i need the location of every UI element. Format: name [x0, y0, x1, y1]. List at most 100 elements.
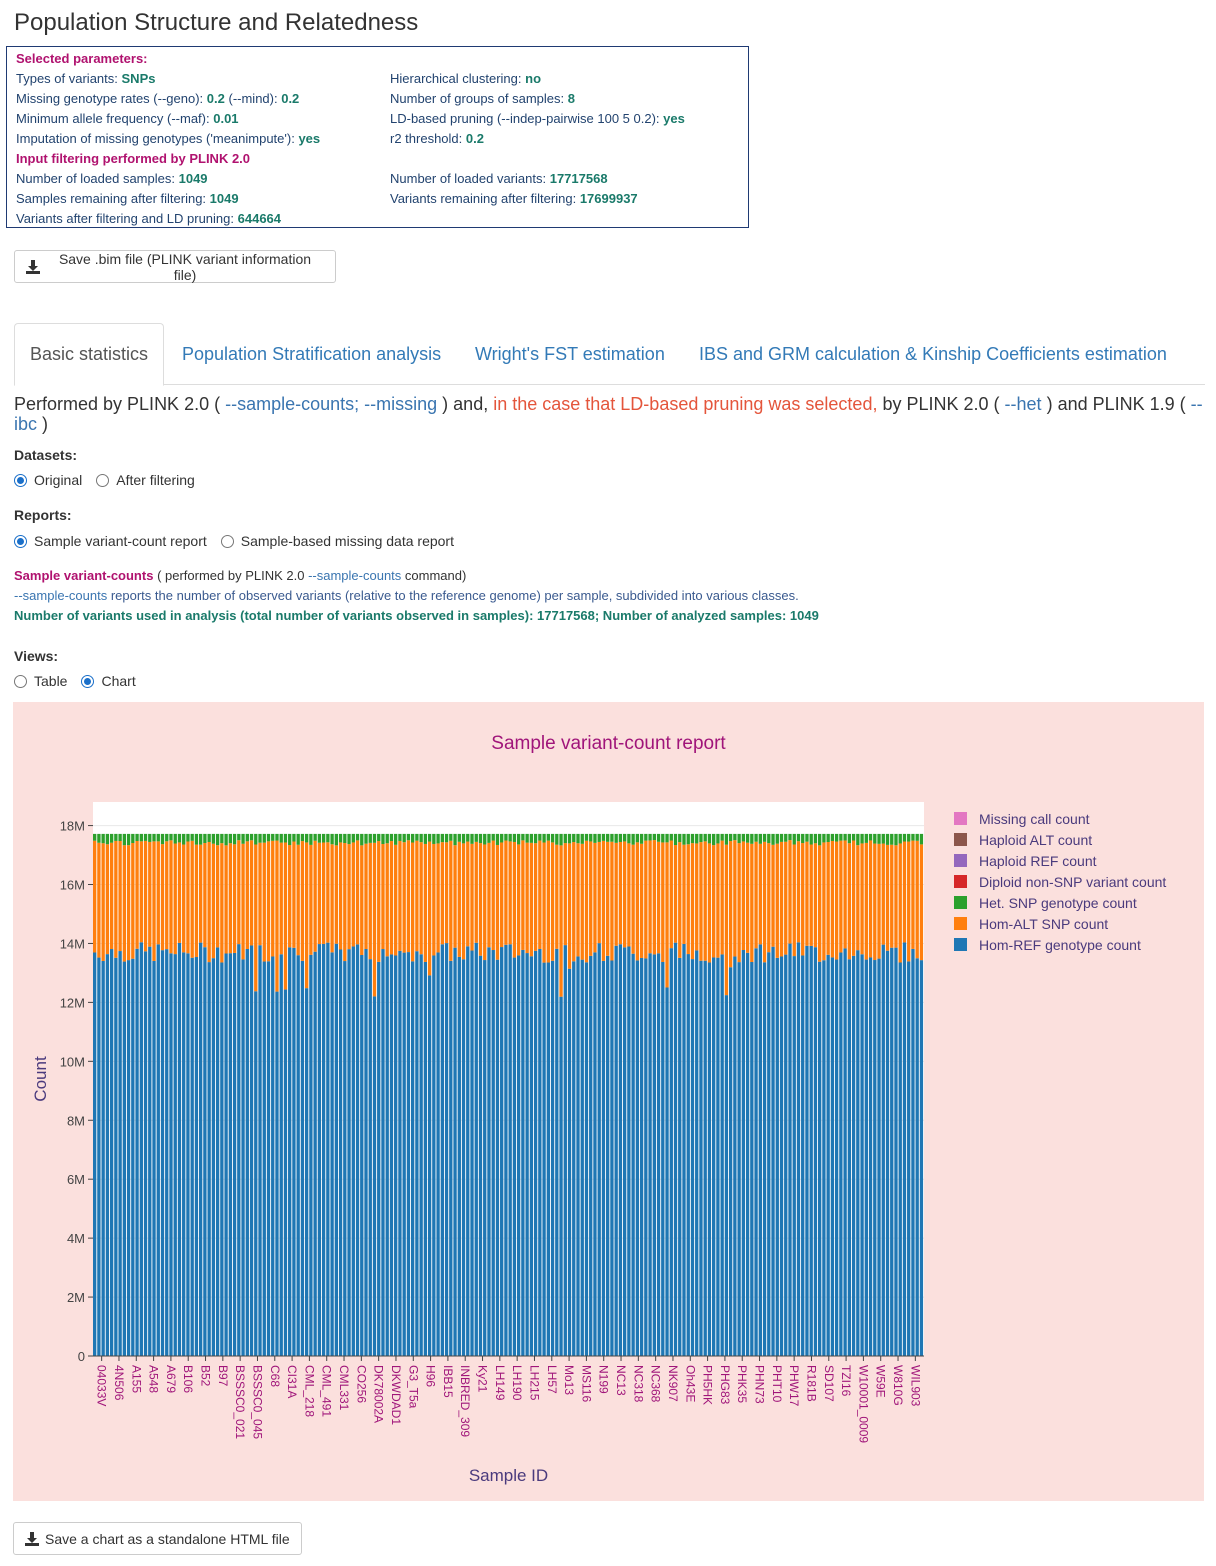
bar-segment: [847, 843, 852, 960]
bar-segment: [682, 833, 686, 845]
bar-segment: [126, 960, 131, 1356]
bar-segment: [478, 843, 483, 956]
radio-chart[interactable]: Chart: [81, 673, 136, 689]
x-tick-label: A155: [129, 1365, 143, 1393]
bar-segment: [716, 843, 720, 958]
bar-segment: [576, 956, 580, 1356]
bar-segment: [364, 843, 368, 950]
bar-segment: [160, 844, 165, 951]
radio-after-filtering[interactable]: After filtering: [96, 472, 195, 488]
bar-segment: [699, 833, 703, 843]
legend-item[interactable]: Haploid ALT count: [954, 829, 1166, 850]
bar-segment: [635, 833, 640, 843]
bar-segment: [288, 833, 292, 846]
bar-segment: [902, 841, 907, 943]
bar-segment: [364, 833, 368, 844]
radio-sample-variant-count[interactable]: Sample variant-count report: [14, 533, 207, 549]
bar-segment: [775, 833, 779, 844]
tab-population-stratification[interactable]: Population Stratification analysis: [182, 323, 441, 385]
x-tick-label: BSSSC0_021: [233, 1365, 247, 1439]
radio-sample-missing-data[interactable]: Sample-based missing data report: [220, 533, 454, 549]
bar-segment: [474, 841, 478, 943]
bar-segment: [182, 833, 186, 845]
bar-segment: [228, 843, 233, 954]
bar-segment: [139, 833, 143, 842]
legend-swatch: [954, 833, 967, 846]
bar-segment: [830, 957, 835, 1356]
bar-segment: [372, 842, 377, 997]
bar-segment: [97, 957, 101, 1356]
y-tick-label: 18M: [60, 819, 85, 834]
bar-segment: [805, 945, 809, 1356]
bar-segment: [105, 954, 110, 1356]
radio-table[interactable]: Table: [14, 673, 67, 689]
bar-segment: [427, 833, 432, 842]
bar-segment: [707, 843, 712, 963]
bar-segment: [618, 944, 623, 1356]
legend-item[interactable]: Haploid REF count: [954, 850, 1166, 871]
legend-item[interactable]: Hom-REF genotype count: [954, 934, 1166, 955]
legend-item[interactable]: Diploid non-SNP variant count: [954, 871, 1166, 892]
legend-item[interactable]: Missing call count: [954, 808, 1166, 829]
tab-wrights-fst[interactable]: Wright's FST estimation: [475, 323, 665, 385]
bar-segment: [690, 833, 695, 844]
bar-segment: [211, 833, 216, 844]
bar-segment: [627, 946, 631, 1356]
save-chart-button[interactable]: Save a chart as a standalone HTML file: [13, 1522, 302, 1555]
bar-segment: [856, 833, 860, 846]
bar-segment: [652, 954, 656, 1356]
radio-original[interactable]: Original: [14, 472, 82, 488]
bar-segment: [656, 953, 661, 1356]
tab-ibs-grm-kinship[interactable]: IBS and GRM calculation & Kinship Coeffi…: [699, 323, 1167, 385]
bar-segment: [652, 840, 656, 955]
x-tick-label: WIL903: [908, 1365, 922, 1407]
bar-segment: [860, 954, 864, 1356]
bar-segment: [839, 952, 843, 1356]
bar-segment: [572, 833, 576, 843]
bar-segment: [508, 944, 512, 1356]
bar-segment: [487, 842, 491, 948]
bar-segment: [673, 845, 678, 943]
param-ld-variants: Variants after filtering and LD pruning:…: [16, 211, 282, 226]
bar-segment: [415, 951, 419, 1356]
bar-segment: [873, 833, 877, 844]
bar-segment: [915, 958, 919, 1356]
bar-segment: [767, 843, 771, 953]
bar-segment: [885, 950, 890, 1356]
y-axis-title: Count: [31, 1056, 50, 1102]
bar-segment: [512, 957, 517, 1356]
bar-segment: [368, 842, 372, 960]
bar-segment: [279, 842, 283, 955]
legend-item[interactable]: Het. SNP genotype count: [954, 892, 1166, 913]
bar-segment: [809, 945, 813, 1356]
y-tick-label: 4M: [67, 1231, 85, 1246]
bar-segment: [249, 945, 254, 1356]
bar-segment: [826, 841, 830, 955]
bar-segment: [436, 843, 440, 953]
bar-segment: [101, 833, 105, 844]
bar-segment: [639, 833, 644, 844]
bar-segment: [258, 833, 262, 843]
bar-segment: [360, 954, 364, 1356]
tab-basic-statistics[interactable]: Basic statistics: [14, 323, 164, 386]
sample-counts-missing-link[interactable]: --sample-counts; --missing: [225, 394, 437, 414]
reports-radio-group: Sample variant-count report Sample-based…: [14, 533, 468, 549]
bar-segment: [283, 842, 288, 990]
bar-segment: [355, 840, 360, 945]
bar-segment: [427, 841, 432, 976]
bar-segment: [483, 833, 487, 845]
bar-segment: [275, 840, 279, 992]
legend-item[interactable]: Hom-ALT SNP count: [954, 913, 1166, 934]
save-bim-button[interactable]: Save .bim file (PLINK variant informatio…: [14, 250, 336, 283]
bar-segment: [143, 840, 148, 952]
bar-segment: [737, 833, 741, 844]
bar-segment: [818, 833, 822, 846]
x-tick-label: LH57: [545, 1365, 559, 1394]
bar-segment: [915, 840, 919, 959]
bar-segment: [622, 947, 627, 1356]
het-link[interactable]: --het: [1005, 394, 1042, 414]
bar-segment: [678, 842, 682, 958]
bar-segment: [93, 840, 97, 953]
x-tick-label: CML_218: [302, 1365, 316, 1417]
bar-segment: [436, 833, 440, 844]
